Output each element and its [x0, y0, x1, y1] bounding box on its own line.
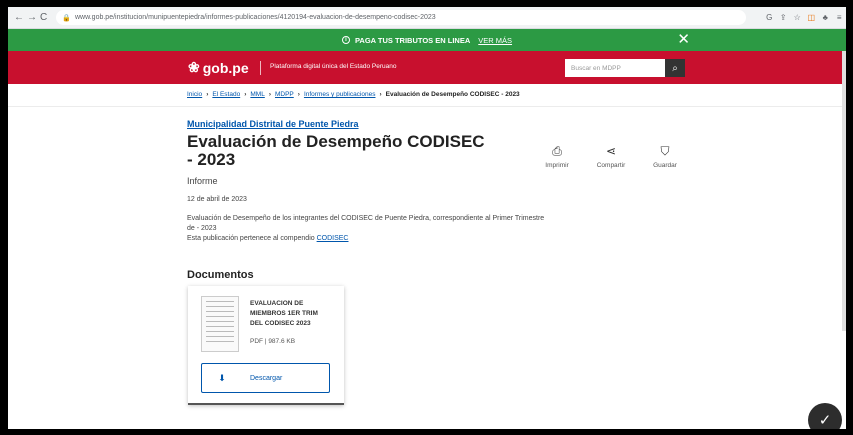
back-icon[interactable]: ← [14, 11, 24, 25]
url-text: www.gob.pe/institucion/munipuentepiedra/… [74, 14, 436, 21]
google-icon[interactable]: G [764, 13, 774, 23]
site-header: ❀ gob.pe Plataforma digital única del Es… [8, 51, 846, 84]
breadcrumb-current: Evaluación de Desempeño CODISEC - 2023 [385, 91, 520, 98]
chat-bot-icon[interactable]: ✓ [808, 403, 842, 429]
chevron-right-icon: › [268, 91, 271, 98]
search-icon[interactable]: ⌕ [665, 59, 685, 77]
chevron-right-icon: › [297, 91, 300, 98]
extension-icon[interactable]: ◫ [806, 13, 816, 23]
breadcrumb-mdpp[interactable]: MDPP [275, 91, 294, 98]
document-format: PDF [250, 338, 263, 345]
compendium-line: Esta publicación pertenece al compendio … [187, 234, 547, 244]
document-meta: PDF | 987.6 KB [250, 338, 295, 345]
browser-toolbar: ← → C 🔒 www.gob.pe/institucion/munipuent… [8, 7, 846, 29]
info-icon: i [341, 36, 350, 44]
printer-icon: ⎙ [552, 144, 562, 158]
download-label: Descargar [250, 374, 283, 382]
search-input[interactable]: Buscar en MDPP [565, 59, 665, 77]
compendium-link[interactable]: CODISEC [317, 235, 349, 242]
chevron-right-icon: › [206, 91, 209, 98]
browser-window: ← → C 🔒 www.gob.pe/institucion/munipuent… [8, 7, 846, 429]
breadcrumb-inicio[interactable]: Inicio [187, 91, 202, 98]
close-icon[interactable]: ✕ [677, 32, 690, 47]
shield-icon: ❀ [188, 59, 200, 75]
share-icon: ⋖ [605, 144, 617, 158]
address-bar[interactable]: 🔒 www.gob.pe/institucion/munipuentepiedr… [56, 10, 747, 25]
tax-banner: i PAGA TUS TRIBUTOS EN LINEA VER MÁS ✕ [8, 29, 846, 51]
banner-more-link[interactable]: VER MÁS [478, 36, 512, 45]
print-button[interactable]: ⎙ Imprimir [530, 144, 584, 169]
logo-text: gob.pe [202, 59, 249, 76]
extension-icon[interactable]: ≡ [834, 13, 844, 23]
gob-pe-logo[interactable]: ❀ gob.pe [188, 59, 249, 76]
publication-date: 12 de abril de 2023 [187, 196, 247, 203]
document-card: EVALUACION DE MIEMBROS 1ER TRIM DEL CODI… [188, 286, 344, 405]
share-label: Compartir [596, 162, 626, 169]
save-button[interactable]: ⛉ Guardar [638, 144, 692, 169]
description: Evaluación de Desempeño de los integrant… [187, 214, 547, 244]
page-title: Evaluación de Desempeño CODISEC - 2023 [187, 132, 485, 169]
banner-text: PAGA TUS TRIBUTOS EN LINEA [354, 35, 471, 45]
print-label: Imprimir [545, 162, 569, 169]
page-actions: ⎙ Imprimir ⋖ Compartir ⛉ Guardar [530, 144, 692, 169]
org-link[interactable]: Municipalidad Distrital de Puente Piedra [187, 119, 359, 129]
breadcrumb-el-estado[interactable]: El Estado [212, 91, 240, 98]
breadcrumb-mml[interactable]: MML [250, 91, 264, 98]
bookmark-star-icon[interactable]: ☆ [792, 13, 802, 23]
extension-icon[interactable]: ♣ [820, 13, 830, 23]
chevron-right-icon: › [244, 91, 247, 98]
divider [8, 106, 846, 107]
document-thumbnail[interactable] [201, 296, 239, 352]
save-label: Guardar [653, 162, 677, 169]
breadcrumb: Inicio › El Estado › MML › MDPP › Inform… [187, 91, 520, 98]
compendium-text: Esta publicación pertenece al compendio [187, 235, 315, 242]
header-divider [260, 61, 261, 75]
scrollbar[interactable] [842, 51, 846, 331]
publication-type: Informe [187, 176, 218, 186]
download-button[interactable]: ⬇ Descargar [201, 363, 330, 393]
breadcrumb-informes[interactable]: Informes y publicaciones [304, 91, 376, 98]
forward-icon[interactable]: → [27, 11, 37, 25]
document-size: 987.6 KB [268, 338, 296, 345]
header-tagline: Plataforma digital única del Estado Peru… [270, 63, 397, 70]
reload-icon[interactable]: C [40, 11, 47, 25]
bookmark-icon: ⛉ [660, 144, 670, 158]
download-icon: ⬇ [218, 372, 226, 383]
document-name: EVALUACION DE MIEMBROS 1ER TRIM DEL CODI… [250, 300, 318, 327]
chevron-right-icon: › [379, 91, 382, 98]
description-text: Evaluación de Desempeño de los integrant… [187, 215, 545, 232]
share-button[interactable]: ⋖ Compartir [584, 144, 638, 169]
share-page-icon[interactable]: ⇪ [778, 13, 788, 23]
lock-icon: 🔒 [62, 14, 71, 22]
documents-heading: Documentos [187, 269, 254, 281]
